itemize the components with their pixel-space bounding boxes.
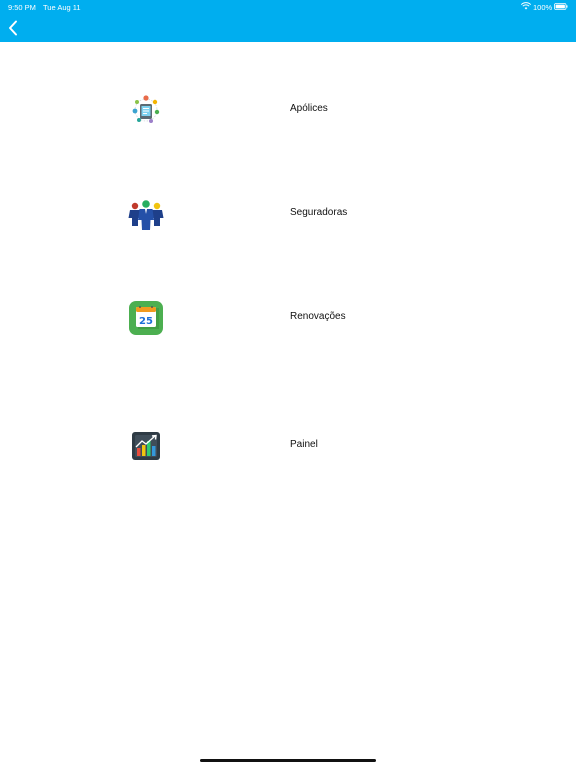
navigation-bar: 9:50 PM Tue Aug 11 100% xyxy=(0,0,576,42)
menu-item-label: Apólices xyxy=(290,103,328,114)
menu-item-seguradoras[interactable]: Seguradoras xyxy=(0,193,576,233)
calendar-icon: 25 xyxy=(128,300,164,336)
insurers-icon xyxy=(128,196,164,232)
status-bar: 9:50 PM Tue Aug 11 100% xyxy=(0,0,576,14)
menu-item-painel[interactable]: Painel xyxy=(0,425,576,465)
status-date: Tue Aug 11 xyxy=(43,3,81,12)
menu-item-label: Seguradoras xyxy=(290,207,348,218)
menu-item-label: Painel xyxy=(290,439,318,450)
home-indicator[interactable] xyxy=(200,759,376,762)
battery-percentage: 100% xyxy=(533,3,553,12)
policies-icon xyxy=(128,92,164,128)
battery-icon xyxy=(554,3,568,10)
menu-item-apolices[interactable]: Apólices xyxy=(0,89,576,129)
calendar-day: 25 xyxy=(139,316,153,327)
back-button[interactable] xyxy=(4,18,22,38)
chevron-left-icon xyxy=(9,20,17,36)
menu-item-renovacoes[interactable]: 25 Renovações xyxy=(0,297,576,337)
wifi-icon xyxy=(521,2,531,10)
dashboard-chart-icon xyxy=(128,428,164,464)
menu-item-label: Renovações xyxy=(290,311,346,322)
status-time: 9:50 PM xyxy=(8,3,36,12)
